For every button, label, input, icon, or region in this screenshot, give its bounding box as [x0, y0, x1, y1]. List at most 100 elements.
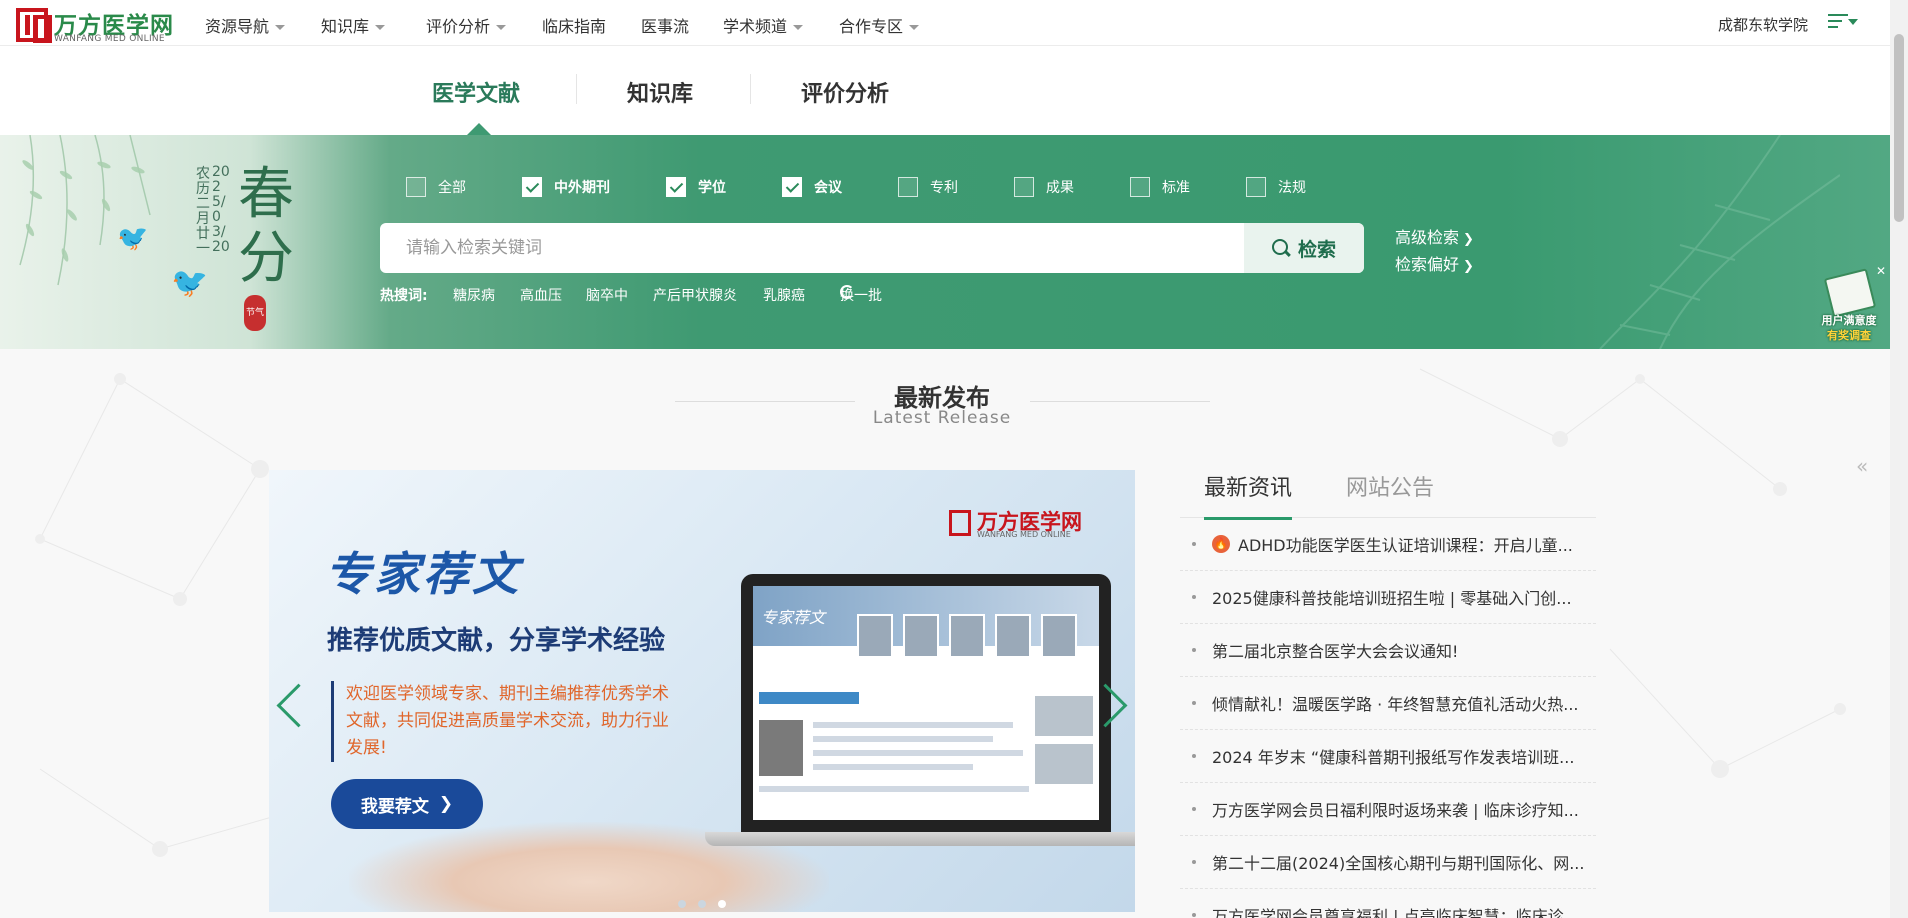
- nav-item-medical-stream[interactable]: 医事流: [641, 13, 689, 37]
- list-item[interactable]: 第二届北京整合医学大会会议通知!: [1180, 624, 1596, 677]
- hot-flame-icon: 🔥: [1212, 535, 1230, 553]
- avatar: [759, 720, 803, 776]
- search-button[interactable]: 检索: [1244, 223, 1364, 273]
- news-list: 🔥 ADHD功能医学医生认证培训课程：开启儿童... 2025健康科普技能培训班招…: [1180, 518, 1596, 918]
- recommend-article-button[interactable]: 我要荐文 ❯: [331, 779, 483, 829]
- logo-mark-icon: [949, 510, 971, 536]
- tab-knowledge-base[interactable]: 知识库: [627, 76, 693, 108]
- checkbox[interactable]: [522, 177, 542, 197]
- refresh-label: 换一批: [840, 288, 882, 304]
- news-title: 2024 年岁末 “健康科普期刊报纸写作发表培训班...: [1212, 748, 1575, 767]
- nav-item-cooperation[interactable]: 合作专区: [839, 13, 920, 37]
- list-item[interactable]: 第二十二届(2024)全国核心期刊与期刊国际化、网...: [1180, 836, 1596, 889]
- hot-word[interactable]: 乳腺癌: [763, 285, 805, 305]
- list-item[interactable]: 万方医学网会员日福利限时返场来袭 | 临床诊疗知...: [1180, 783, 1596, 836]
- institution-name[interactable]: 成都东软学院: [1718, 14, 1808, 35]
- hot-word[interactable]: 糖尿病: [453, 285, 495, 305]
- hot-word[interactable]: 高血压: [520, 285, 562, 305]
- avatar: [995, 614, 1031, 658]
- avatar: [1041, 614, 1077, 658]
- checkbox[interactable]: [1130, 177, 1150, 197]
- checkbox-label: 成果: [1046, 180, 1074, 196]
- solar-term-seal: 节气: [244, 295, 266, 331]
- search-options: 高级检索 ❯ 检索偏好 ❯: [1395, 225, 1474, 279]
- close-icon[interactable]: ✕: [1876, 265, 1888, 277]
- hot-word[interactable]: 产后甲状腺炎: [653, 285, 737, 305]
- screen-title: 专家荐文: [761, 608, 826, 627]
- tab-evaluation[interactable]: 评价分析: [801, 76, 889, 108]
- news-tabs: 最新资讯 网站公告: [1180, 464, 1596, 520]
- checkbox[interactable]: [406, 177, 426, 197]
- satisfaction-survey-badge[interactable]: ✕ 用户满意度 有奖调查: [1808, 263, 1890, 347]
- tab-latest-news[interactable]: 最新资讯: [1204, 470, 1293, 520]
- nav-item-resources[interactable]: 资源导航: [205, 13, 286, 37]
- checkbox[interactable]: [782, 177, 802, 197]
- menu-chevron-down-icon[interactable]: [1848, 19, 1858, 25]
- search-button-label: 检索: [1297, 238, 1336, 261]
- survey-line-2: 有奖调查: [1827, 329, 1871, 342]
- nav-item-knowledge[interactable]: 知识库: [321, 13, 386, 37]
- carousel-prev-arrow-icon[interactable]: [269, 682, 293, 728]
- active-tab-pointer: [467, 123, 491, 135]
- nav-item-academic[interactable]: 学术频道: [723, 13, 804, 37]
- carousel-dot-active[interactable]: [718, 900, 726, 908]
- search-banner: 🐦 🐦 农历二月廿一 2025/03/20 春分 节气 全部 中外期刊 学位 会…: [0, 135, 1890, 349]
- tab-site-announcements[interactable]: 网站公告: [1346, 470, 1434, 512]
- chevron-down-icon: [909, 25, 920, 30]
- news-title: ADHD功能医学医生认证培训课程：开启儿童...: [1238, 536, 1573, 555]
- filter-journals[interactable]: 中外期刊: [522, 175, 610, 199]
- search-preferences-link[interactable]: 检索偏好 ❯: [1395, 252, 1474, 279]
- checkbox-label: 中外期刊: [554, 180, 610, 196]
- tab-medical-literature[interactable]: 医学文献: [432, 76, 520, 108]
- list-item[interactable]: 2025健康科普技能培训班招生啦 | 零基础入门创...: [1180, 571, 1596, 624]
- carousel-dot[interactable]: [698, 900, 706, 908]
- checkbox[interactable]: [898, 177, 918, 197]
- site-logo[interactable]: 万方医学网 WANFANG MED ONLINE: [16, 8, 176, 44]
- lunar-date: 农历二月廿一: [196, 166, 210, 257]
- filter-standard[interactable]: 标准: [1130, 175, 1190, 199]
- nav-item-guidelines[interactable]: 临床指南: [542, 13, 606, 37]
- carousel-subtitle: 推荐优质文献，分享学术经验: [327, 626, 666, 656]
- menu-icon[interactable]: [1828, 14, 1848, 30]
- search-icon: [1271, 239, 1290, 257]
- chevron-right-icon: ❯: [1463, 259, 1474, 274]
- hot-word[interactable]: 脑卒中: [586, 285, 628, 305]
- news-title: 第二十二届(2024)全国核心期刊与期刊国际化、网...: [1212, 854, 1585, 873]
- featured-carousel[interactable]: 万方医学网 WANFANG MED ONLINE 专家荐文 推荐优质文献，分享学…: [269, 470, 1135, 912]
- nav-label: 评价分析: [426, 17, 491, 36]
- survey-text: 用户满意度 有奖调查: [1808, 313, 1890, 343]
- filter-achievement[interactable]: 成果: [1014, 175, 1074, 199]
- list-item[interactable]: 倾情献礼！温暖医学路 · 年终智慧充值礼活动火热...: [1180, 677, 1596, 730]
- nav-label: 学术频道: [723, 17, 788, 36]
- carousel-pagination: [269, 900, 1135, 908]
- survey-document-icon: [1823, 268, 1877, 318]
- nav-label: 知识库: [321, 17, 370, 36]
- nav-item-evaluation[interactable]: 评价分析: [426, 13, 507, 37]
- list-item[interactable]: 2024 年岁末 “健康科普期刊报纸写作发表培训班...: [1180, 730, 1596, 783]
- search-input[interactable]: [406, 233, 1186, 263]
- nav-label: 临床指南: [542, 17, 607, 36]
- filter-patent[interactable]: 专利: [898, 175, 958, 199]
- checkbox[interactable]: [1014, 177, 1034, 197]
- chevron-down-icon: [375, 25, 386, 30]
- page-scrollbar[interactable]: [1890, 0, 1908, 918]
- filter-regulation[interactable]: 法规: [1246, 175, 1306, 199]
- checkbox[interactable]: [1246, 177, 1266, 197]
- collapse-sidebar-icon[interactable]: «: [1856, 454, 1868, 478]
- tab-divider: [750, 74, 751, 104]
- carousel-next-arrow-icon[interactable]: [1111, 682, 1135, 728]
- advanced-search-link[interactable]: 高级检索 ❯: [1395, 225, 1474, 252]
- scrollbar-thumb[interactable]: [1894, 34, 1904, 222]
- chevron-down-icon: [496, 25, 507, 30]
- filter-all[interactable]: 全部: [406, 175, 466, 199]
- filter-degree[interactable]: 学位: [666, 175, 726, 199]
- list-item[interactable]: 万方医学网会员尊享福利 | 点亮临床智慧：临床诊...: [1180, 889, 1596, 918]
- carousel-dot[interactable]: [678, 900, 686, 908]
- list-item[interactable]: 🔥 ADHD功能医学医生认证培训课程：开启儿童...: [1180, 518, 1596, 571]
- filter-conference[interactable]: 会议: [782, 175, 842, 199]
- dna-decoration: [1599, 135, 1840, 349]
- checkbox[interactable]: [666, 177, 686, 197]
- carousel-title: 专家荐文: [325, 547, 521, 601]
- section-subtitle: Latest Release: [872, 408, 1012, 428]
- checkbox-label: 学位: [698, 180, 726, 196]
